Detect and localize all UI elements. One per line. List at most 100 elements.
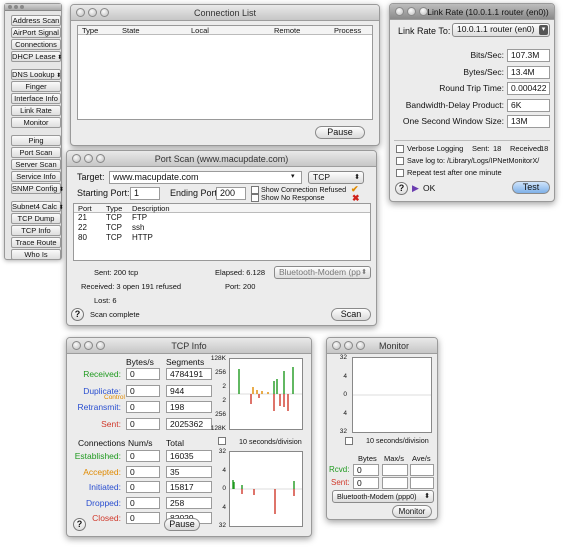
- monitor-window: Monitor 32 4 0 4 32 10 seconds/division Byte…: [326, 337, 438, 520]
- table-row[interactable]: 80 TCP HTTP: [74, 233, 370, 243]
- monitor-button[interactable]: Monitor: [392, 505, 432, 518]
- type-cell: TCP: [106, 223, 122, 232]
- close-dot-icon[interactable]: [8, 5, 12, 9]
- zoom-dot-icon[interactable]: [20, 5, 24, 9]
- target-input[interactable]: www.macupdate.com: [109, 171, 302, 184]
- minimize-button-icon[interactable]: [344, 341, 353, 350]
- zoom-button-icon[interactable]: [96, 341, 105, 350]
- help-icon[interactable]: ?: [395, 182, 408, 195]
- tool-address-scan[interactable]: Address Scan: [11, 15, 61, 26]
- column-remote[interactable]: Remote: [274, 26, 300, 35]
- minimize-button-icon[interactable]: [88, 8, 97, 17]
- rate-label: Bytes/Sec:: [463, 66, 504, 77]
- interface-select[interactable]: Bluetooth-Modem (pp ⬍: [274, 266, 371, 279]
- column-port[interactable]: Port: [78, 204, 92, 213]
- close-button-icon[interactable]: [72, 154, 81, 163]
- tool-label: DHCP Lease: [12, 52, 56, 61]
- tool-trace-route[interactable]: Trace Route: [11, 237, 61, 248]
- minimize-button-icon[interactable]: [84, 154, 93, 163]
- close-button-icon[interactable]: [76, 8, 85, 17]
- tool-ping[interactable]: Ping: [11, 135, 61, 146]
- save-log-checkbox[interactable]: [396, 157, 404, 165]
- tool-finger[interactable]: Finger: [11, 81, 61, 92]
- protocol-select[interactable]: TCP ⬍: [308, 171, 364, 184]
- tool-tcp-dump[interactable]: TCP Dump: [11, 213, 61, 224]
- division-label: 10 seconds/division: [366, 436, 429, 445]
- tool-subnet4-calc[interactable]: Subnet4 Calc ⬍: [11, 201, 64, 212]
- show-no-response-label: Show No Response: [261, 193, 325, 202]
- tool-dns-lookup[interactable]: DNS Lookup ⬍: [11, 69, 61, 80]
- ending-port-input[interactable]: 200: [216, 187, 246, 200]
- repeat-test-checkbox[interactable]: [396, 169, 404, 177]
- rate-label: Bits/Sec:: [470, 50, 504, 60]
- zoom-button-icon[interactable]: [96, 154, 105, 163]
- segments-graph: [229, 358, 303, 430]
- column-local[interactable]: Local: [191, 26, 209, 35]
- column-state[interactable]: State: [122, 26, 140, 35]
- link-rate-to-select[interactable]: 10.0.1.1 router (en0) ▾: [452, 23, 550, 37]
- zoom-button-icon[interactable]: [419, 7, 428, 16]
- tool-port-scan[interactable]: Port Scan: [11, 147, 61, 158]
- tool-label: Connections: [15, 40, 57, 49]
- tool-who-is[interactable]: Who Is: [11, 249, 61, 260]
- close-button-icon[interactable]: [395, 7, 404, 16]
- tool-dhcp-lease[interactable]: DHCP Lease ⬍: [11, 51, 62, 62]
- minimize-button-icon[interactable]: [407, 7, 416, 16]
- connection-label: Closed:: [92, 513, 121, 523]
- tool-interface-info[interactable]: Interface Info: [11, 93, 61, 104]
- show-refused-checkbox[interactable]: [251, 186, 259, 194]
- tool-tcp-info[interactable]: TCP Info: [11, 225, 61, 236]
- close-button-icon[interactable]: [332, 341, 341, 350]
- starting-port-input[interactable]: 1: [130, 187, 160, 200]
- connection-table[interactable]: Type State Local Remote Process: [77, 25, 373, 120]
- zoom-button-icon[interactable]: [356, 341, 365, 350]
- column-description[interactable]: Description: [132, 204, 170, 213]
- column-type[interactable]: Type: [106, 204, 122, 213]
- duplicate-segments-field: 944: [166, 385, 212, 397]
- scan-button[interactable]: Scan: [331, 308, 371, 321]
- num-header: Num/s: [128, 438, 153, 448]
- interface-select[interactable]: Bluetooth-Modem (ppp0) ⬍: [332, 490, 434, 503]
- axis-tick-label: 128K: [210, 425, 226, 432]
- tool-label: Link Rate: [20, 106, 52, 115]
- help-icon[interactable]: ?: [71, 308, 84, 321]
- results-table[interactable]: Port Type Description 21 TCP FTP 22 TCP ssh 80…: [73, 203, 371, 261]
- graph-option-checkbox[interactable]: [345, 437, 353, 445]
- table-row[interactable]: 21 TCP FTP: [74, 213, 370, 223]
- connection-list-titlebar: Connection List: [71, 5, 379, 21]
- tool-link-rate[interactable]: Link Rate: [11, 105, 61, 116]
- help-icon[interactable]: ?: [73, 518, 86, 531]
- column-type[interactable]: Type: [82, 26, 98, 35]
- show-no-response-checkbox[interactable]: [251, 194, 259, 202]
- pause-button[interactable]: Pause: [164, 518, 200, 531]
- tool-snmp-config[interactable]: SNMP Config ⬍: [11, 183, 64, 194]
- column-process[interactable]: Process: [334, 26, 361, 35]
- test-button[interactable]: Test: [512, 181, 550, 194]
- retransmit-bytes-field: 0: [126, 401, 160, 413]
- axis-tick-label: 32: [339, 354, 347, 361]
- port-scan-titlebar: Port Scan (www.macupdate.com): [67, 151, 376, 167]
- tool-label: Who Is: [24, 250, 48, 259]
- port-scan-window: Port Scan (www.macupdate.com) Target: ww…: [66, 150, 377, 326]
- play-icon[interactable]: ▶: [412, 183, 419, 194]
- connections-graph-svg: [230, 480, 302, 514]
- tool-server-scan[interactable]: Server Scan: [11, 159, 61, 170]
- tool-service-info[interactable]: Service Info: [11, 171, 61, 182]
- link-rate-window: Link Rate (10.0.1.1 router (en0)) Link R…: [389, 3, 555, 202]
- tool-airport-signal[interactable]: AirPort Signal: [11, 27, 61, 38]
- chevron-down-icon[interactable]: ▾: [291, 172, 295, 180]
- tool-connections[interactable]: Connections: [11, 39, 61, 50]
- zoom-button-icon[interactable]: [100, 8, 109, 17]
- pause-button[interactable]: Pause: [315, 126, 365, 139]
- sent-bytes-field: 0: [353, 477, 379, 489]
- verbose-logging-checkbox[interactable]: [396, 145, 404, 153]
- rate-label: Round Trip Time:: [439, 83, 504, 93]
- close-button-icon[interactable]: [72, 341, 81, 350]
- axis-tick-label: 0: [343, 391, 347, 398]
- starting-port-label: Starting Port:: [77, 188, 130, 198]
- minimize-button-icon[interactable]: [84, 341, 93, 350]
- table-row[interactable]: 22 TCP ssh: [74, 223, 370, 233]
- tool-monitor[interactable]: Monitor: [11, 117, 61, 128]
- graph-option-checkbox[interactable]: [218, 437, 226, 445]
- minimize-dot-icon[interactable]: [14, 5, 18, 9]
